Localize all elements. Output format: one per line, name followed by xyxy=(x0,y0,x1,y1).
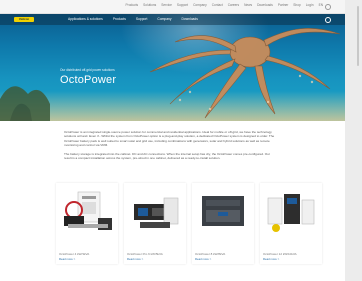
hero-kicker: Our distributed off-grid power solutions xyxy=(60,68,115,72)
read-more-link[interactable]: Read more > xyxy=(59,257,75,261)
utility-link[interactable]: Support xyxy=(177,3,188,7)
product-image xyxy=(64,191,112,230)
product-card[interactable]: OctoPower Pro 6 kW/5kVA Read more > xyxy=(124,183,186,264)
utility-link[interactable]: Login xyxy=(306,3,314,7)
nav-item[interactable]: Support xyxy=(136,17,148,21)
search-icon[interactable] xyxy=(325,17,331,23)
utility-bar: Products Solutions Service Support Compa… xyxy=(0,0,345,14)
utility-link[interactable]: Careers xyxy=(228,3,239,7)
read-more-link[interactable]: Read more > xyxy=(195,257,211,261)
hero-title: OctoPower xyxy=(60,74,117,86)
logo-text: Victron xyxy=(18,17,30,21)
utility-link[interactable]: EN xyxy=(319,3,323,7)
read-more-link[interactable]: Read more > xyxy=(263,257,279,261)
product-image xyxy=(202,196,244,226)
nav-item[interactable]: Downloads xyxy=(182,17,198,21)
utility-link[interactable]: Solutions xyxy=(143,3,156,7)
nav-item[interactable]: Applications & solutions xyxy=(68,17,103,21)
brand-logo[interactable]: Victron xyxy=(14,17,34,22)
utility-link[interactable]: Products xyxy=(126,3,139,7)
scrollbar-thumb[interactable] xyxy=(357,6,359,66)
product-caption: OctoPower 12 kW/10kVA xyxy=(263,252,297,256)
product-card[interactable]: OctoPower 12 kW/10kVA Read more > xyxy=(260,183,322,264)
intro-paragraph: OctoPower is an integrated single-source… xyxy=(64,130,275,148)
octopus-illustration xyxy=(0,28,341,121)
utility-links: Products Solutions Service Support Compa… xyxy=(126,3,323,7)
utility-link[interactable]: Shop xyxy=(293,3,300,7)
product-grid: OctoPower 4 kW/3kVA Read more > OctoPowe… xyxy=(56,183,322,264)
intro-text: OctoPower is an integrated single-source… xyxy=(64,130,278,164)
product-caption: OctoPower Pro 6 kW/5kVA xyxy=(127,252,163,256)
scrollbar[interactable] xyxy=(345,0,362,281)
globe-icon[interactable] xyxy=(325,4,331,10)
utility-link[interactable]: Contact xyxy=(212,3,223,7)
product-image xyxy=(267,194,315,232)
product-card[interactable]: OctoPower 8 kW/8kVA Read more > xyxy=(192,183,254,264)
main-navigation: Victron Applications & solutions Product… xyxy=(0,14,345,25)
product-caption: OctoPower 8 kW/8kVA xyxy=(195,252,226,256)
read-more-link[interactable]: Read more > xyxy=(127,257,143,261)
utility-link[interactable]: Partner xyxy=(278,3,288,7)
hero-heading: Our distributed off-grid power solutions… xyxy=(60,68,116,86)
nav-item[interactable]: Products xyxy=(113,17,126,21)
product-caption: OctoPower 4 kW/3kVA xyxy=(59,252,90,256)
utility-link[interactable]: Company xyxy=(193,3,207,7)
browser-page: Products Solutions Service Support Compa… xyxy=(0,0,345,281)
utility-link[interactable]: Downloads xyxy=(257,3,273,7)
intro-paragraph: The battery storage is integrated into t… xyxy=(64,151,270,161)
utility-link[interactable]: News xyxy=(244,3,252,7)
product-card[interactable]: OctoPower 4 kW/3kVA Read more > xyxy=(56,183,118,264)
nav-item[interactable]: Company xyxy=(157,17,171,21)
nav-menu: Applications & solutions Products Suppor… xyxy=(68,17,198,21)
hero-banner xyxy=(0,14,345,121)
product-image xyxy=(134,197,179,228)
utility-link[interactable]: Service xyxy=(161,3,172,7)
